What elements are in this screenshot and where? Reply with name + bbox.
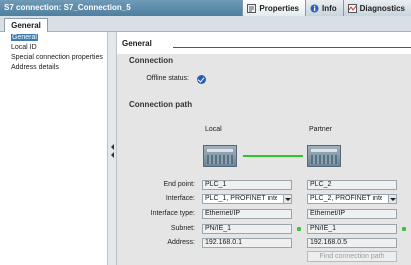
partner-plc-device[interactable]: [307, 145, 341, 167]
window-title: S7 connection: S7_Connection_5: [4, 3, 131, 12]
nav-item-local-id[interactable]: Local ID: [0, 43, 107, 53]
local-interface-type-field: Ethernet/IP: [202, 209, 292, 219]
partner-subnet-field: PN/IE_1: [307, 224, 397, 234]
tab-row: General: [0, 16, 411, 32]
main-panel: General Connection Offline status: Conne…: [117, 32, 411, 265]
subnet-label: Subnet:: [170, 225, 195, 232]
nav-item-label: Address details: [11, 64, 59, 71]
tab-properties[interactable]: Properties: [242, 0, 305, 16]
partner-interface-type-field: Ethernet/IP: [307, 209, 397, 219]
nav-item-address-details[interactable]: Address details: [0, 63, 107, 73]
local-heading: Local: [205, 126, 222, 133]
tab-diagnostics-label: Diagnostics: [359, 3, 405, 13]
connection-section-title: Connection: [129, 56, 173, 65]
tab-info-label: Info: [321, 3, 337, 13]
nav-item-label: Special connection properties: [11, 54, 103, 61]
chevron-down-icon[interactable]: [283, 195, 291, 203]
nav-item-general[interactable]: General: [0, 33, 107, 43]
local-end-point-field: PLC_1: [202, 180, 292, 190]
end-point-label: End point:: [163, 181, 195, 188]
partner-interface-value: PLC_2, PROFINET interface_1[X1]: [310, 195, 382, 202]
properties-icon: [247, 3, 257, 13]
find-connection-path-button[interactable]: Find connection path: [307, 251, 397, 262]
local-plc-device[interactable]: [203, 145, 237, 167]
diagnostics-icon: [347, 3, 357, 13]
partner-interface-select[interactable]: PLC_2, PROFINET interface_1[X1]: [307, 194, 397, 204]
partner-address-field: 192.168.0.5: [307, 238, 397, 248]
offline-status-label: Offline status:: [146, 75, 189, 82]
address-label: Address:: [167, 239, 195, 246]
page-title: General: [122, 39, 152, 48]
nav-list: General Local ID Special connection prop…: [0, 32, 107, 73]
connection-path-title: Connection path: [129, 100, 193, 109]
nav-item-label: Local ID: [11, 44, 37, 51]
chevron-down-icon[interactable]: [388, 195, 396, 203]
tab-info[interactable]: Info: [304, 0, 343, 16]
tab-diagnostics[interactable]: Diagnostics: [342, 0, 411, 16]
collapse-arrow-icon[interactable]: [110, 142, 115, 160]
main-header: General: [117, 32, 411, 54]
interface-label: Interface:: [165, 195, 195, 202]
local-address-field: 192.168.0.1: [202, 238, 292, 248]
subnet-status-icon: [297, 227, 301, 231]
local-interface-select[interactable]: PLC_1, PROFINET interface_1[X1]: [202, 194, 292, 204]
subnet-status-icon: [402, 227, 406, 231]
nav-panel: General Local ID Special connection prop…: [0, 32, 107, 265]
check-circle-icon: [197, 75, 206, 84]
local-subnet-field: PN/IE_1: [202, 224, 292, 234]
nav-item-label: General: [11, 34, 38, 41]
interface-type-label: Interface type:: [150, 210, 195, 217]
tab-general[interactable]: General: [4, 18, 48, 32]
tab-properties-label: Properties: [259, 3, 299, 13]
local-interface-value: PLC_1, PROFINET interface_1[X1]: [205, 195, 277, 202]
inspector-tabs: Properties Info Diagnostics: [242, 0, 411, 16]
info-icon: [310, 4, 319, 13]
header-divider: [173, 47, 411, 48]
partner-end-point-field: PLC_2: [307, 180, 397, 190]
nav-item-special-connection-properties[interactable]: Special connection properties: [0, 53, 107, 63]
partner-heading: Partner: [309, 126, 332, 133]
title-bar: S7 connection: S7_Connection_5 Propertie…: [0, 0, 411, 16]
panel-splitter[interactable]: [107, 32, 117, 265]
network-link: [243, 155, 303, 157]
